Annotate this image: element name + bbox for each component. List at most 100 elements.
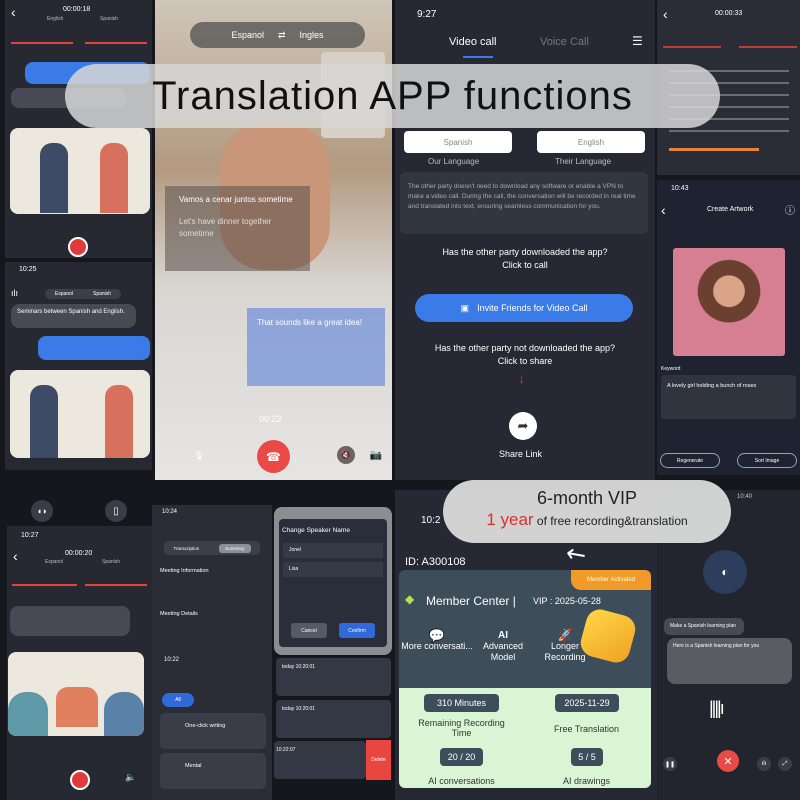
speaker-icon[interactable]: 🔈 (125, 772, 136, 783)
tool-card[interactable]: Mental (160, 753, 266, 789)
tab-switch[interactable]: Transcription Summary (164, 541, 260, 555)
create-artwork-screen: 10:43 ‹ Create Artwork ⓘ Keyword A lovel… (657, 180, 800, 475)
member-center-title: Member Center | (426, 594, 516, 608)
earbuds-icon[interactable]: ◖◗ (31, 500, 53, 522)
swap-icon[interactable]: ⇄ (278, 30, 286, 41)
history-icon[interactable]: ☰ (632, 34, 643, 48)
delete-button[interactable]: Delete (366, 740, 391, 780)
back-icon[interactable]: ‹ (661, 202, 666, 218)
cancel-button[interactable]: Cancel (291, 623, 327, 638)
section-title: Meeting Details (160, 611, 198, 617)
member-stats: 310 Minutes Remaining Recording Time 202… (399, 688, 651, 788)
tab-indicator (463, 56, 493, 58)
user-message: Make a Spanish learning plan (664, 618, 744, 635)
status-time: 10:25 (19, 266, 37, 273)
expand-icon[interactable]: ⤢ (778, 757, 792, 771)
tab-voice-call[interactable]: Voice Call (540, 36, 589, 48)
question-hint: Click to call (502, 260, 548, 270)
stat-label: Free Translation (553, 724, 620, 734)
voice-icon[interactable]: ılı (757, 757, 771, 771)
call-timer: 00:22 (259, 414, 282, 424)
confirm-button[interactable]: Confirm (339, 623, 375, 638)
lang-left[interactable]: Espanol (45, 559, 63, 565)
reply-text: That sounds like a great idea! (257, 318, 362, 327)
status-time: 10:40 (737, 494, 753, 500)
reply-text: Here is a Spanish learning plan for you (673, 643, 760, 649)
sort-image-button[interactable]: Sort Image (737, 453, 797, 468)
tab-video-call[interactable]: Video call (449, 36, 497, 48)
filter-all-button[interactable]: All (162, 693, 194, 707)
invite-friends-video-call-button[interactable]: ▣ Invite Friends for Video Call (415, 294, 633, 322)
camera-icon[interactable]: 📷 (367, 446, 385, 464)
share-link-button[interactable]: ➦ (509, 412, 537, 440)
recording-screen-1: ‹ 00:00:18 English Spanish (5, 0, 152, 258)
language-switch[interactable]: Espanol ⇄ Ingles (190, 22, 365, 48)
question-hint: Click to share (497, 356, 553, 366)
our-language-select[interactable]: Spanish (404, 131, 512, 153)
ai-tools-screen: 10:22 All One-click writing Mental (152, 655, 272, 800)
timer: 00:00:33 (715, 10, 743, 17)
page-title: Create Artwork (707, 206, 754, 213)
status-time: 10:2 (421, 515, 441, 526)
status-time: 10:27 (21, 532, 39, 539)
back-icon[interactable]: ‹ (11, 4, 16, 20)
vip-expiry: VIP : 2025-05-28 (533, 596, 601, 606)
ai-reply: Here is a Spanish learning plan for you (667, 638, 792, 684)
info-icon[interactable]: ⓘ (785, 202, 795, 217)
hang-up-button[interactable]: ☎ (257, 440, 290, 473)
record-button[interactable] (68, 237, 88, 257)
video-icon: ▣ (460, 302, 470, 313)
tab-summary[interactable]: Summary (219, 543, 251, 553)
feature-longer-recording: 🚀 Longer Recording (527, 629, 603, 663)
speaker-off-icon[interactable]: 🔇 (337, 446, 355, 464)
mute-mic-icon[interactable]: 🎙 (190, 446, 208, 464)
regenerate-button[interactable]: Regenerate (660, 453, 720, 468)
generated-image (673, 248, 785, 356)
stat-value: 310 Minutes (424, 694, 499, 712)
close-call-button[interactable]: ✕ (717, 750, 739, 772)
chat-icon: 💬 (428, 628, 446, 643)
speaker-name-field[interactable]: Jonel (283, 543, 383, 558)
feature-banner: Translation APP functions (65, 64, 720, 128)
lang-right[interactable]: Spanish (100, 16, 118, 22)
language-selector[interactable]: Espanol Spanish (45, 289, 121, 299)
stat-label: Remaining Recording Time (418, 718, 505, 738)
share-link-label: Share Link (499, 449, 543, 459)
status-time: 10:22 (164, 657, 180, 663)
tool-card[interactable]: One-click writing (160, 713, 266, 749)
lang-right: Spanish (93, 291, 112, 297)
back-icon[interactable]: ‹ (663, 6, 668, 22)
stat-value: 20 / 20 (440, 748, 483, 766)
prompt-input[interactable]: A lovely girl holding a bunch of roses (661, 375, 796, 419)
tab-transcription[interactable]: Transcription (173, 546, 199, 551)
tool-name: One-click writing (185, 723, 226, 729)
question-text: Has the other party not downloaded the a… (434, 343, 616, 353)
lang-left[interactable]: English (47, 16, 63, 22)
vip-subline: of free recording&translation (533, 514, 688, 528)
their-language-select[interactable]: English (537, 131, 645, 153)
waveform (85, 42, 147, 44)
pause-button[interactable]: ❚❚ (663, 757, 677, 771)
banner-title: Translation APP functions (152, 73, 633, 118)
record-button[interactable] (70, 770, 90, 790)
lang-right[interactable]: Spanish (102, 559, 120, 565)
speaker-name-field[interactable]: Lisa (283, 562, 383, 577)
record-item[interactable]: today 10:20:01 (276, 658, 391, 696)
message-bubble: Seminars between Spanish and English. (11, 304, 136, 328)
our-language-label: Our Language (428, 157, 480, 166)
feature-more-conversations: 💬 More conversati... (399, 628, 475, 652)
tool-name: Mental (185, 763, 202, 769)
invite-label: Invite Friends for Video Call (477, 303, 588, 313)
timer: 00:00:20 (65, 550, 93, 557)
phone-icon[interactable]: ▯ (105, 500, 127, 522)
record-date: 10:22:07 (276, 747, 296, 753)
record-item[interactable]: today 10:20:01 (276, 700, 391, 738)
status-time: 10:24 (162, 509, 178, 515)
their-language-label: Their Language (555, 157, 612, 166)
waveform (739, 46, 797, 48)
back-icon[interactable]: ‹ (13, 548, 18, 564)
voice-assistant-icon[interactable]: ◐ (703, 550, 747, 594)
record-item[interactable]: 10:22:07 (274, 741, 366, 779)
section-title: Meeting Information (160, 568, 209, 574)
member-activated-badge: Member Activated (571, 570, 651, 590)
